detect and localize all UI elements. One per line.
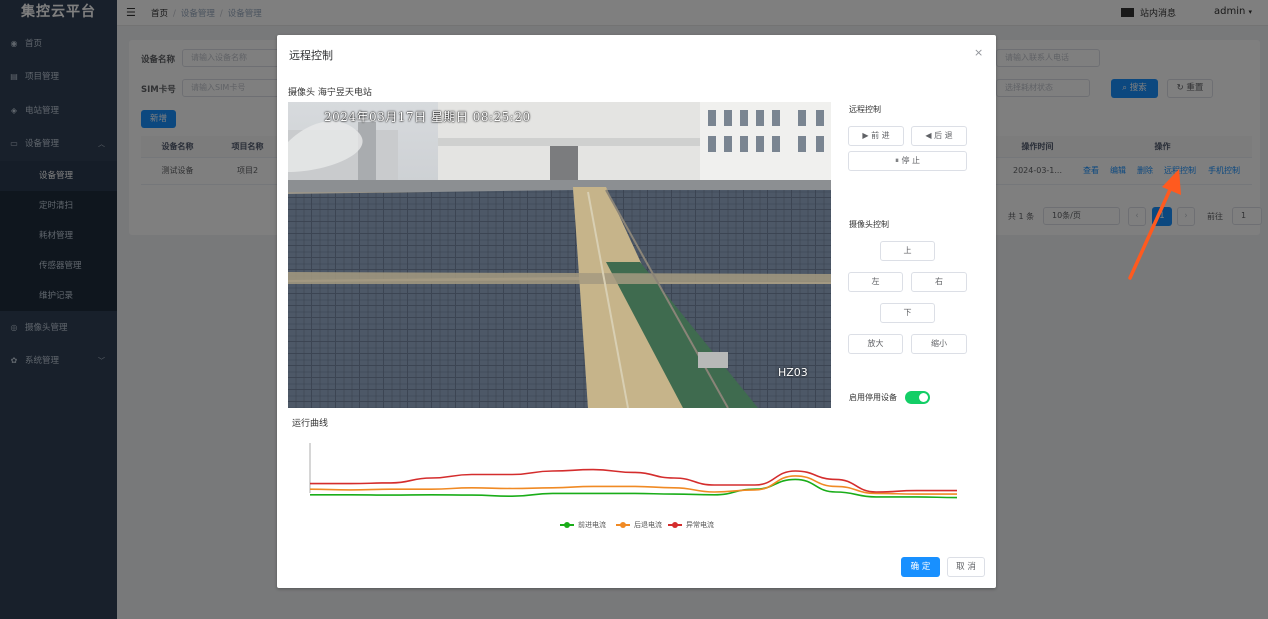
camera-up-button[interactable]: 上 [880,241,935,261]
reverse-icon: ◀ [925,131,932,140]
running-curve-chart [309,443,958,499]
confirm-button[interactable]: 确 定 [901,557,940,577]
legend-marker [616,522,630,528]
stop-button[interactable]: ⏸ 停 止 [848,151,967,171]
legend-marker [560,522,574,528]
camera-label: 摄像头 海宁昱天电站 [288,88,372,98]
video-camera-id: HZ03 [778,366,808,379]
zoom-out-button[interactable]: 缩小 [911,334,967,354]
close-icon[interactable]: × [974,46,983,59]
camera-control-section-title: 摄像头控制 [849,220,889,229]
annotation-arrow [1128,169,1181,280]
device-toggle-label: 启用停用设备 [849,393,897,402]
cancel-button[interactable]: 取 消 [947,557,985,577]
camera-right-button[interactable]: 右 [911,272,967,292]
legend-item: 后退电流 [616,520,662,530]
pause-icon: ⏸ [894,156,899,165]
remote-control-dialog: 远程控制 × 摄像头 海宁昱天电站 2024年03月17日 星期日 08:25:… [277,35,996,588]
dialog-title: 远程控制 [289,49,333,62]
legend-item: 异常电流 [668,520,714,530]
zoom-in-button[interactable]: 放大 [848,334,903,354]
camera-video[interactable]: 2024年03月17日 星期日 08:25:20 HZ03 [288,102,831,408]
video-osd-timestamp: 2024年03月17日 星期日 08:25:20 [324,110,531,124]
device-enable-toggle[interactable] [905,391,930,404]
curve-title: 运行曲线 [292,419,329,429]
legend-item: 前进电流 [560,520,606,530]
play-icon: ▶ [862,131,869,140]
camera-down-button[interactable]: 下 [880,303,935,323]
series-line-1 [309,475,957,495]
legend-marker [668,522,682,528]
video-frame [288,102,831,408]
forward-button[interactable]: ▶ 前 进 [848,126,904,146]
camera-left-button[interactable]: 左 [848,272,903,292]
backward-button[interactable]: ◀ 后 退 [911,126,967,146]
remote-control-section-title: 远程控制 [849,105,881,114]
